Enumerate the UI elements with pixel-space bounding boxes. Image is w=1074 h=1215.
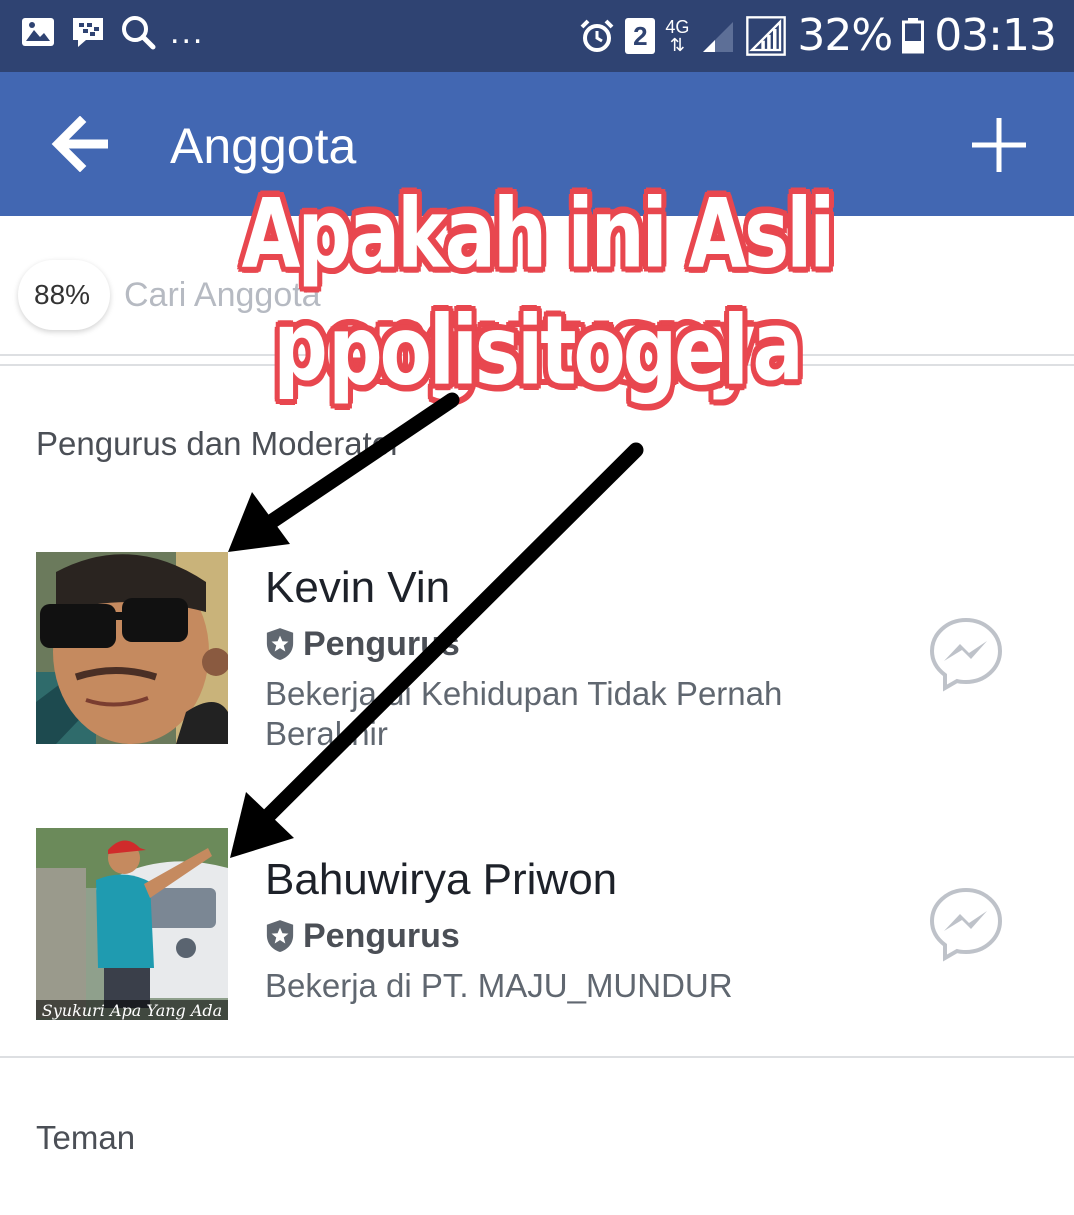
- divider: [0, 1056, 1074, 1058]
- section-title-admins: Pengurus dan Moderator: [36, 425, 402, 462]
- member-role: Pengurus: [265, 916, 460, 956]
- network-indicator: 4G ⇅: [665, 18, 689, 54]
- member-name[interactable]: Kevin Vin: [265, 562, 450, 614]
- battery-percent: 32%: [797, 10, 893, 61]
- role-label: Pengurus: [303, 917, 460, 955]
- gallery-icon: [22, 18, 54, 46]
- page-title: Anggota: [170, 118, 357, 174]
- section-title-friends: Teman: [36, 1119, 136, 1156]
- network-type: 4G: [665, 17, 690, 37]
- member-row[interactable]: Syukuri Apa Yang Ada Bahuwirya Priwon Pe…: [0, 828, 1074, 1028]
- member-description: Bekerja di PT. MAJU_MUNDUR: [265, 967, 733, 1004]
- arrow-left-icon[interactable]: [50, 116, 120, 172]
- member-row[interactable]: Kevin Vin Pengurus Bekerja di Kehidupan …: [0, 552, 1074, 752]
- overlay-caption-line2: polisitogel: [328, 294, 749, 406]
- clock: 03:13: [934, 10, 1057, 61]
- battery-icon: [902, 18, 925, 54]
- member-role: Pengurus: [265, 624, 460, 664]
- status-bar-right: 2 4G ⇅ 32% 03:13: [579, 10, 1057, 62]
- role-label: Pengurus: [303, 625, 460, 663]
- status-bar: ... 2 4G ⇅ 32% 03:13: [0, 0, 1074, 72]
- messenger-icon[interactable]: [928, 886, 1004, 962]
- arrow-down-left-icon: [228, 392, 460, 552]
- member-name[interactable]: Bahuwirya Priwon: [265, 854, 617, 906]
- shield-star-icon: [266, 920, 294, 952]
- shield-star-icon: [266, 628, 294, 660]
- photo-caption: Syukuri Apa Yang Ada: [42, 1001, 222, 1020]
- notification-badge: 2: [625, 18, 656, 54]
- search-icon: [122, 16, 156, 50]
- member-description: Bekerja di Kehidupan Tidak Pernah Berakh…: [265, 675, 783, 752]
- status-bar-left: ...: [20, 14, 204, 50]
- more-notifications: ...: [170, 13, 205, 51]
- avatar[interactable]: Syukuri Apa Yang Ada: [36, 828, 228, 1020]
- signal-strength-icon: [746, 16, 787, 56]
- messenger-icon[interactable]: [928, 616, 1004, 692]
- plus-icon[interactable]: [970, 116, 1028, 174]
- avatar[interactable]: [36, 552, 228, 744]
- bbm-icon: [73, 18, 103, 47]
- data-arrows-icon: ⇅: [669, 35, 685, 55]
- alarm-icon: [580, 19, 614, 52]
- signal-icon: [703, 22, 734, 52]
